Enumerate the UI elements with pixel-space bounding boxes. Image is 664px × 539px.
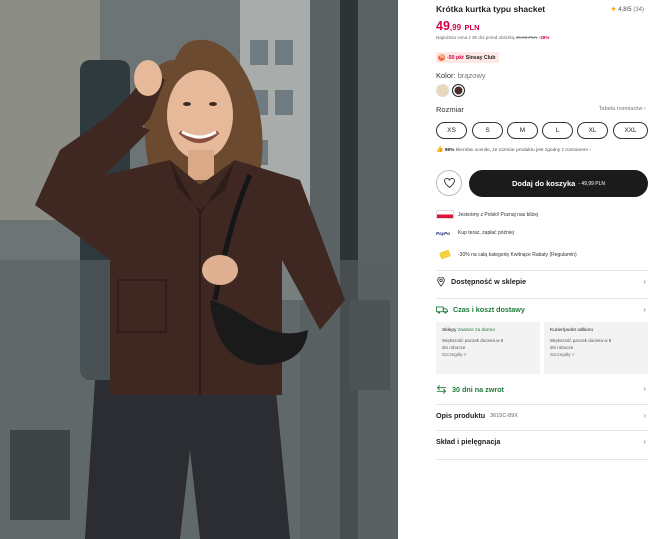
lowest-price-pct: -29% bbox=[538, 35, 550, 40]
club-badge: % -50 pkt Sinsay Club bbox=[436, 52, 500, 63]
size-label-row: Rozmiar Tabela rozmiarów › bbox=[436, 105, 648, 114]
delivery-card-details-link[interactable]: Szczegóły > bbox=[550, 351, 642, 358]
location-pin-icon bbox=[437, 276, 445, 287]
return-arrow-icon bbox=[436, 384, 447, 394]
size-fit-note[interactable]: 👍 95% klientów oceniło, że rozmiar produ… bbox=[436, 146, 591, 153]
chevron-right-icon: › bbox=[644, 106, 646, 112]
section-care-label: Skład i pielęgnacja bbox=[436, 437, 501, 446]
fit-text: klientów oceniło, że rozmiar produktu je… bbox=[455, 148, 589, 153]
price-tag-icon bbox=[436, 249, 454, 260]
chevron-right-icon: › bbox=[643, 437, 646, 446]
delivery-card-title: Kurier/punkt odbioru bbox=[550, 328, 594, 333]
size-button-l[interactable]: L bbox=[542, 122, 573, 139]
info-discount[interactable]: -30% na całą kategorię Kwitnące Rabaty (… bbox=[436, 249, 577, 260]
chevron-right-icon: › bbox=[643, 305, 646, 314]
color-value: brązowy bbox=[457, 71, 486, 80]
rating[interactable]: ★ 4,8/5 (34) bbox=[610, 5, 644, 13]
section-delivery[interactable]: Czas i koszt dostawy › bbox=[436, 298, 648, 320]
product-title: Krótka kurtka typu shacket bbox=[436, 4, 546, 14]
section-care[interactable]: Skład i pielęgnacja › bbox=[436, 430, 648, 452]
lowest-price-old: 49,99 PLN bbox=[515, 35, 538, 40]
fit-pct: 95% bbox=[444, 148, 455, 153]
color-label-row: Kolor: brązowy bbox=[436, 71, 486, 80]
chevron-right-icon: › bbox=[589, 148, 591, 153]
info-discount-text: -30% na całą kategorię Kwitnące Rabaty (… bbox=[458, 251, 577, 258]
size-button-xxl[interactable]: XXL bbox=[613, 122, 648, 139]
info-paypo-text: Kup teraz, zapłać później bbox=[458, 230, 514, 236]
section-delivery-label: Czas i koszt dostawy bbox=[453, 305, 525, 314]
color-swatch-brown[interactable] bbox=[452, 84, 465, 97]
delivery-card-details-link[interactable]: Szczegóły > bbox=[442, 351, 534, 358]
delivery-card-body: dni robocze bbox=[550, 345, 574, 350]
section-returns-label: 30 dni na zwrot bbox=[452, 384, 504, 394]
product-photo[interactable] bbox=[0, 0, 398, 539]
section-store-availability[interactable]: Dostępność w sklepie › bbox=[436, 270, 648, 292]
club-discount-icon: % bbox=[438, 54, 445, 61]
delivery-card-body: Większość paczek dociera w 8 bbox=[550, 338, 612, 343]
size-button-xs[interactable]: XS bbox=[436, 122, 467, 139]
size-table-link[interactable]: Tabela rozmiarów › bbox=[599, 106, 646, 112]
delivery-card-highlight: zawsze za darmo bbox=[457, 328, 496, 333]
delivery-card-store: Sklepy zawsze za darmo Większość paczek … bbox=[436, 322, 540, 374]
section-description[interactable]: Opis produktu 3615C-89X › bbox=[436, 404, 648, 426]
delivery-options: Sklepy zawsze za darmo Większość paczek … bbox=[436, 322, 648, 374]
size-button-s[interactable]: S bbox=[472, 122, 503, 139]
poland-flag-icon bbox=[436, 210, 454, 219]
info-origin-text: Jesteśmy z Polski! Poznaj nas bliżej bbox=[458, 211, 539, 218]
size-options: XS S M L XL XXL bbox=[436, 122, 648, 139]
info-origin[interactable]: Jesteśmy z Polski! Poznaj nas bliżej bbox=[436, 210, 538, 219]
favorite-button[interactable] bbox=[436, 170, 462, 196]
info-paypo[interactable]: PayPo Kup teraz, zapłać później bbox=[436, 230, 514, 236]
rating-value: 4,8/5 bbox=[618, 7, 632, 13]
lowest-price-text: Najniższa cena z 30 dni przed obniżką bbox=[436, 35, 515, 40]
color-label: Kolor: bbox=[436, 71, 456, 80]
size-table-link-text: Tabela rozmiarów bbox=[598, 106, 643, 112]
color-swatch-beige[interactable] bbox=[436, 84, 449, 97]
delivery-truck-icon bbox=[436, 306, 448, 314]
section-store-label: Dostępność w sklepie bbox=[451, 277, 527, 286]
club-label: Sinsay Club bbox=[465, 54, 496, 61]
title-row: Krótka kurtka typu shacket ★ 4,8/5 (34) bbox=[436, 4, 648, 16]
cart-price: - 49,99 PLN bbox=[578, 180, 606, 187]
paypo-logo: PayPo bbox=[436, 230, 451, 236]
chevron-right-icon: › bbox=[643, 277, 646, 286]
thumbs-up-icon: 👍 bbox=[436, 147, 444, 153]
size-label: Rozmiar bbox=[436, 105, 464, 114]
delivery-card-body: Większość paczek dociera w 8 bbox=[442, 338, 504, 343]
product-code: 3615C-89X bbox=[490, 412, 518, 419]
lowest-price-note: Najniższa cena z 30 dni przed obniżką 49… bbox=[436, 35, 549, 40]
cart-label: Dodaj do koszyka bbox=[511, 179, 576, 188]
delivery-card-head: Sklepy zawsze za darmo bbox=[442, 327, 534, 334]
delivery-card-head: Kurier/punkt odbioru bbox=[550, 327, 642, 334]
chevron-right-icon: › bbox=[643, 411, 646, 420]
delivery-card-title: Sklepy bbox=[442, 328, 457, 333]
delivery-card-courier: Kurier/punkt odbioru Większość paczek do… bbox=[544, 322, 648, 374]
chevron-right-icon: › bbox=[643, 384, 646, 393]
section-returns[interactable]: 30 dni na zwrot › bbox=[436, 378, 648, 400]
price-currency: PLN bbox=[464, 23, 480, 32]
add-to-cart-button[interactable]: Dodaj do koszyka - 49,99 PLN bbox=[469, 170, 648, 197]
divider bbox=[436, 459, 648, 460]
size-button-xl[interactable]: XL bbox=[577, 122, 608, 139]
price-main: 49 bbox=[436, 19, 450, 33]
size-button-m[interactable]: M bbox=[507, 122, 538, 139]
club-discount: -50 pkt bbox=[447, 54, 464, 61]
price-decimal: ,99 bbox=[449, 23, 462, 32]
star-icon: ★ bbox=[610, 6, 617, 13]
section-description-label: Opis produktu bbox=[436, 411, 486, 420]
heart-icon bbox=[443, 178, 455, 188]
delivery-card-body: dni robocze bbox=[442, 345, 466, 350]
rating-count: (34) bbox=[633, 7, 644, 13]
price: 49,99 PLN bbox=[436, 19, 480, 33]
